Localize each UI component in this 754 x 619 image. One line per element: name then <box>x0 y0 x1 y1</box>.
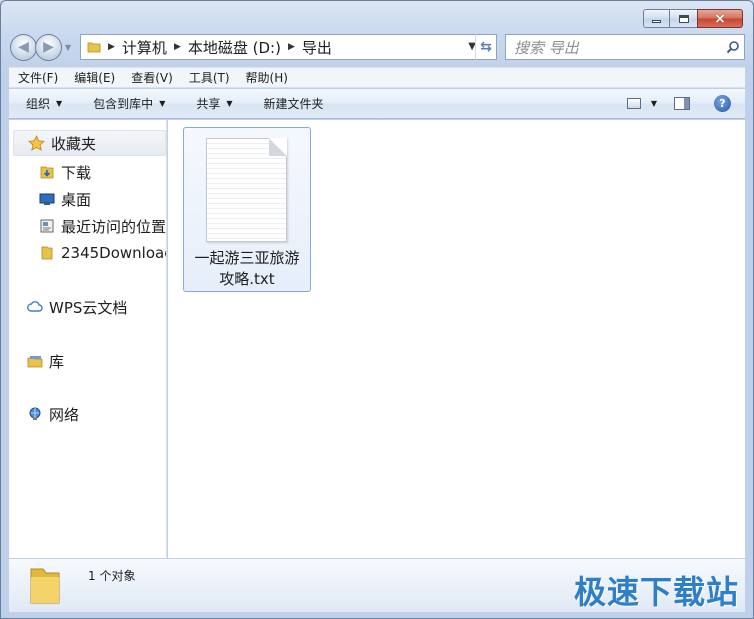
chevron-down-icon: ▼ <box>56 99 63 108</box>
navigation-bar: ◀ ▶ ▼ ▶ 计算机 ▶ 本地磁盘 (D:) ▶ 导出 ▼ ⇆ 搜索 导出 <box>10 32 745 62</box>
forward-arrow-icon: ▶ <box>43 39 54 55</box>
new-folder-button[interactable]: 新建文件夹 <box>264 95 324 112</box>
file-item[interactable]: 一起游三亚旅游 攻略.txt <box>183 127 311 292</box>
navigation-pane: 收藏夹 下载 桌面 最近访问的位置 2345Downloads WPS云文档 库 <box>9 120 167 558</box>
item-count: 1 个对象 <box>88 569 136 583</box>
help-icon[interactable]: ? <box>714 95 731 112</box>
refresh-icon: ⇆ <box>480 39 492 55</box>
favorites-label: 收藏夹 <box>51 134 97 153</box>
sidebar-item-recent-places[interactable]: 最近访问的位置 <box>39 214 166 238</box>
network-icon <box>27 406 43 422</box>
chevron-down-icon: ▼ <box>159 99 166 108</box>
folder-icon <box>30 568 60 604</box>
breadcrumb-local-disk[interactable]: 本地磁盘 (D:) <box>188 37 281 58</box>
sidebar-item-label: 网络 <box>49 405 80 424</box>
maximize-button[interactable] <box>670 9 697 28</box>
sidebar-item-downloads[interactable]: 下载 <box>39 160 91 184</box>
include-in-library-label: 包含到库中 <box>93 97 154 111</box>
recent-places-icon <box>39 218 55 234</box>
file-name: 一起游三亚旅游 攻略.txt <box>184 248 310 290</box>
back-arrow-icon: ◀ <box>18 39 29 55</box>
menu-edit[interactable]: 编辑(E) <box>74 69 115 86</box>
maximize-icon <box>678 14 689 23</box>
explorer-window: × ◀ ▶ ▼ ▶ 计算机 ▶ 本地磁盘 (D:) ▶ 导出 ▼ ⇆ 搜索 导出… <box>0 0 754 619</box>
file-name-line: 一起游三亚旅游 <box>194 249 300 267</box>
breadcrumb-export[interactable]: 导出 <box>302 37 332 58</box>
sidebar-item-network[interactable]: 网络 <box>27 402 79 426</box>
include-in-library-button[interactable]: 包含到库中 ▼ <box>93 95 165 112</box>
share-label: 共享 <box>196 97 221 111</box>
sidebar-item-label: 最近访问的位置 <box>61 217 167 236</box>
menu-file[interactable]: 文件(F) <box>18 69 58 86</box>
minimize-button[interactable] <box>643 9 670 28</box>
search-box[interactable]: 搜索 导出 <box>505 34 745 60</box>
file-name-line: 攻略.txt <box>219 270 275 288</box>
details-pane: 1 个对象 极速下载站 <box>9 558 745 612</box>
forward-button[interactable]: ▶ <box>35 33 62 61</box>
sidebar-item-label: 下载 <box>61 163 92 182</box>
close-icon: × <box>714 10 726 27</box>
sidebar-item-label: 库 <box>49 352 65 371</box>
refresh-button[interactable]: ⇆ <box>475 34 497 60</box>
sidebar-item-label: WPS云文档 <box>49 298 128 317</box>
folder-icon <box>87 42 101 53</box>
back-button[interactable]: ◀ <box>10 33 37 61</box>
sidebar-item-favorites[interactable]: 收藏夹 <box>13 130 166 156</box>
cloud-icon <box>27 299 43 315</box>
sidebar-item-2345downloads[interactable]: 2345Downloads <box>39 241 166 265</box>
folder-icon <box>39 245 55 261</box>
preview-pane-icon[interactable] <box>674 97 690 110</box>
view-controls: ▼ ? <box>626 95 731 112</box>
breadcrumb-separator-icon[interactable]: ▶ <box>174 42 181 52</box>
sidebar-item-desktop[interactable]: 桌面 <box>39 187 91 211</box>
new-folder-label: 新建文件夹 <box>263 97 324 111</box>
command-bar: 组织 ▼ 包含到库中 ▼ 共享 ▼ 新建文件夹 ▼ ? <box>9 89 745 119</box>
text-file-icon <box>206 138 287 242</box>
sidebar-item-label: 桌面 <box>61 190 92 209</box>
address-bar[interactable]: ▶ 计算机 ▶ 本地磁盘 (D:) ▶ 导出 ▼ <box>80 34 481 60</box>
share-button[interactable]: 共享 ▼ <box>196 95 232 112</box>
close-button[interactable]: × <box>697 9 743 28</box>
organize-label: 组织 <box>26 97 51 111</box>
breadcrumb-separator-icon[interactable]: ▶ <box>108 42 115 52</box>
download-folder-icon <box>39 164 55 180</box>
menu-tools[interactable]: 工具(T) <box>189 69 230 86</box>
sidebar-item-wps-cloud[interactable]: WPS云文档 <box>27 295 127 319</box>
change-view-icon[interactable] <box>626 98 641 109</box>
recent-pages-dropdown[interactable]: ▼ <box>65 43 71 52</box>
watermark-text: 极速下载站 <box>573 573 739 611</box>
window-controls: × <box>643 9 743 28</box>
menu-bar: 文件(F) 编辑(E) 查看(V) 工具(T) 帮助(H) <box>9 67 745 88</box>
menu-help[interactable]: 帮助(H) <box>246 69 288 86</box>
library-icon <box>27 353 43 369</box>
view-options-dropdown-icon[interactable]: ▼ <box>651 99 657 108</box>
star-icon <box>28 134 45 151</box>
file-list-area[interactable]: 一起游三亚旅游 攻略.txt <box>168 120 745 558</box>
breadcrumb-separator-icon[interactable]: ▶ <box>288 42 295 52</box>
chevron-down-icon: ▼ <box>226 99 233 108</box>
sidebar-item-libraries[interactable]: 库 <box>27 349 64 373</box>
breadcrumb-computer[interactable]: 计算机 <box>122 37 167 58</box>
menu-view[interactable]: 查看(V) <box>131 69 173 86</box>
desktop-icon <box>39 191 55 207</box>
minimize-icon <box>652 20 661 23</box>
search-icon[interactable] <box>722 40 744 54</box>
organize-button[interactable]: 组织 ▼ <box>26 95 62 112</box>
sidebar-item-label: 2345Downloads <box>61 244 166 262</box>
search-input[interactable]: 搜索 导出 <box>514 37 722 58</box>
